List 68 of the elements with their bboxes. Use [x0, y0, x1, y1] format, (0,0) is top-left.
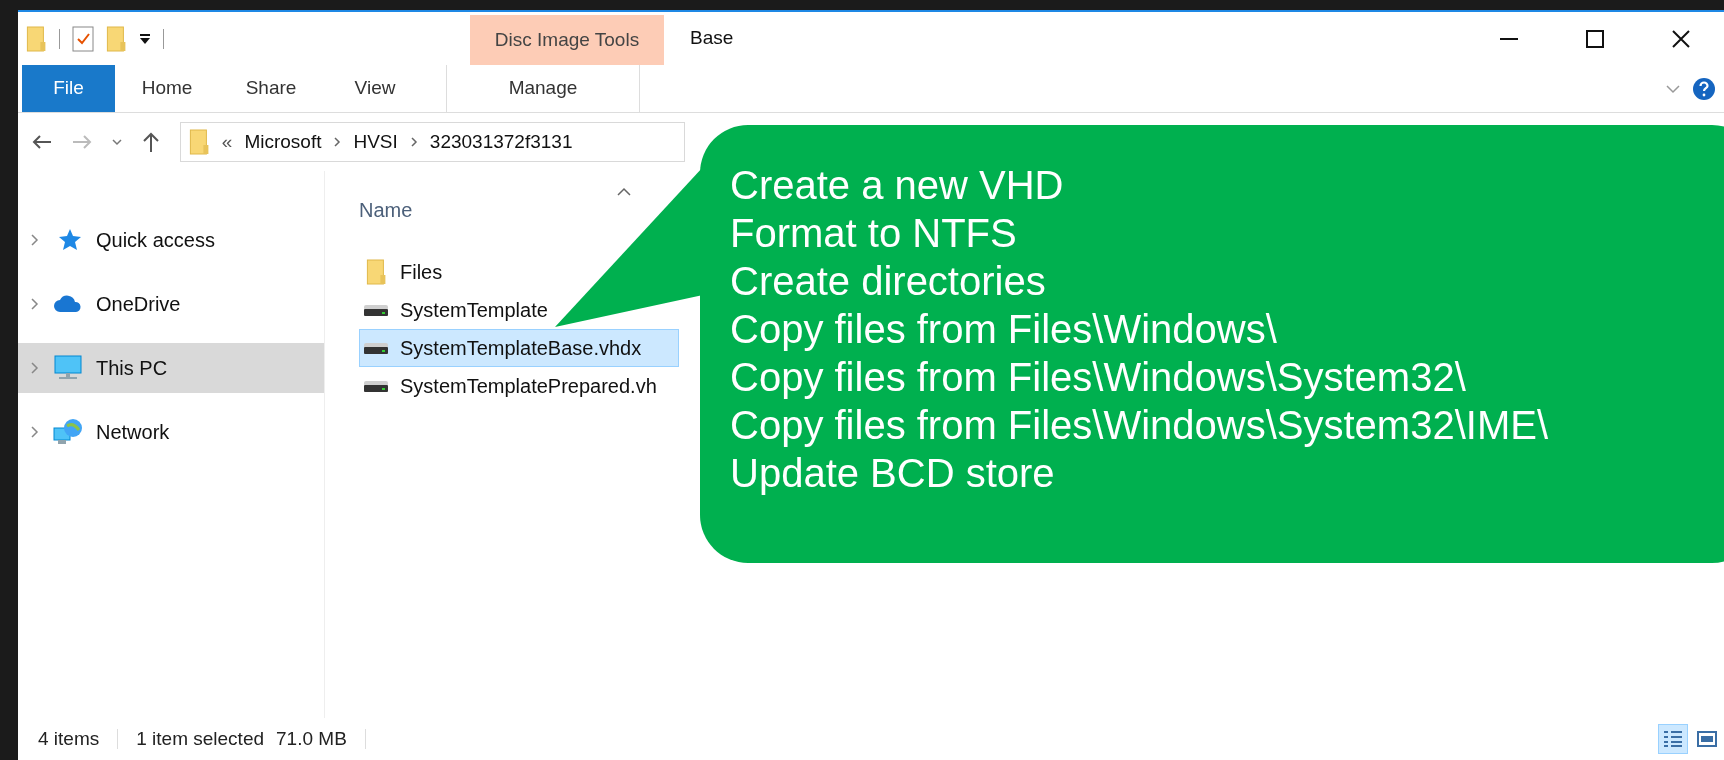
file-name: Files	[400, 260, 443, 285]
dropdown-icon[interactable]	[138, 32, 151, 45]
expand-chevron-icon[interactable]	[30, 425, 40, 439]
callout-text: Copy files from Files\Windows\	[730, 306, 1278, 353]
file-row[interactable]: SystemTemplateBase.vhdx	[359, 329, 679, 367]
expand-chevron-icon[interactable]	[30, 233, 40, 247]
callout-text: Format to NTFS	[730, 210, 1018, 257]
maximize-icon	[1586, 29, 1604, 48]
nav-item[interactable]: OneDrive	[18, 279, 324, 329]
close-icon	[1672, 29, 1690, 48]
callout-text: Copy files from Files\Windows\System32\	[730, 354, 1467, 401]
details-view-button[interactable]	[1658, 724, 1688, 754]
details-icon	[1663, 730, 1683, 748]
chevron-right-icon[interactable]	[333, 137, 342, 147]
file-name: SystemTemplatePrepared.vh	[400, 374, 657, 399]
folder-icon	[26, 25, 47, 52]
column-header[interactable]: Name	[359, 195, 413, 225]
nav-item[interactable]: This PC	[18, 343, 324, 393]
ribbon-tab[interactable]: File	[22, 65, 115, 112]
address-segment[interactable]: 323031372f3131	[429, 127, 573, 157]
file-row[interactable]: SystemTemplatePrepared.vh	[359, 367, 679, 405]
new-folder-icon	[105, 25, 127, 52]
file-name: SystemTemplateBase.vhdx	[400, 336, 642, 361]
sort-caret-icon[interactable]	[617, 187, 631, 196]
help-icon[interactable]	[1692, 76, 1716, 101]
nav-label: Network	[96, 420, 170, 445]
expand-chevron-icon[interactable]	[30, 361, 40, 375]
up-arrow-icon[interactable]	[142, 132, 160, 152]
callout-text: Copy files from Files\Windows\System32\IME\	[730, 402, 1549, 449]
callout-text: Create directories	[730, 258, 1047, 305]
expand-chevron-icon[interactable]	[30, 297, 40, 311]
address-segment[interactable]: HVSI	[353, 127, 398, 157]
ribbon-tab[interactable]: Manage	[446, 65, 640, 112]
file-name: SystemTemplate	[400, 298, 548, 323]
back-arrow-icon[interactable]	[32, 134, 52, 150]
address-segment[interactable]: Microsoft	[244, 127, 322, 157]
status-text: 1 item selected	[136, 726, 265, 751]
drive-icon	[363, 303, 389, 317]
globe-icon	[53, 418, 83, 446]
nav-item[interactable]: Network	[18, 407, 324, 457]
cloud-icon	[53, 294, 83, 314]
file-row[interactable]: SystemTemplate	[359, 291, 679, 329]
callout-text: Create a new VHD	[730, 162, 1065, 209]
monitor-icon	[53, 355, 83, 381]
contextual-tab-header: Disc Image Tools	[470, 15, 664, 65]
minimize-icon	[1500, 37, 1518, 40]
callout-text: Update BCD store	[730, 450, 1056, 497]
address-bar[interactable]: « Microsoft HVSI 323031372f3131	[180, 122, 685, 162]
chevron-down-icon[interactable]	[1666, 83, 1680, 94]
nav-label: OneDrive	[96, 292, 181, 317]
picture-frame-icon	[1697, 731, 1717, 747]
folder-icon	[189, 129, 210, 155]
ribbon-tab[interactable]: Home	[115, 65, 219, 112]
nav-label: Quick access	[96, 228, 215, 253]
status-text: 4 items	[38, 726, 100, 751]
properties-icon[interactable]	[71, 25, 94, 52]
nav-item[interactable]: Quick access	[18, 215, 324, 265]
nav-label: This PC	[96, 356, 168, 381]
status-text: 71.0 MB	[276, 726, 347, 751]
chevron-right-icon[interactable]	[409, 137, 418, 147]
ribbon-tab[interactable]: View	[323, 65, 427, 112]
chevron-down-icon[interactable]	[112, 138, 122, 146]
window-title: Base	[690, 26, 734, 51]
drive-icon	[363, 379, 389, 393]
drive-icon	[363, 341, 389, 355]
ribbon-tab[interactable]: Share	[219, 65, 323, 112]
overflow-chevron[interactable]: «	[221, 127, 233, 157]
folder-icon	[365, 259, 387, 285]
